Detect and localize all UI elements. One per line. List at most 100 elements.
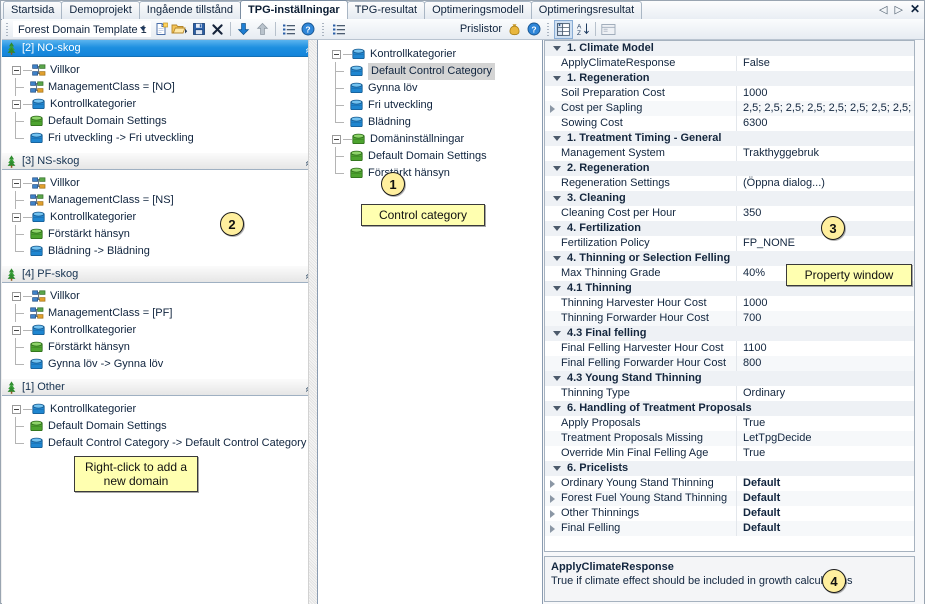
tab-ing-ende-tillst-nd[interactable]: Ingående tillstånd <box>138 1 242 19</box>
tree-node[interactable]: Default Control Category -> Default Cont… <box>2 434 317 452</box>
property-category-row[interactable]: 1. Climate Model <box>545 41 914 56</box>
delete-icon[interactable] <box>208 20 227 38</box>
property-value[interactable]: Trakthyggebruk <box>736 146 914 161</box>
property-row[interactable]: Management System Trakthyggebruk <box>545 146 914 161</box>
property-row[interactable]: Override Min Final Felling Age True <box>545 446 914 461</box>
chevron-down-icon[interactable] <box>553 256 561 261</box>
tree-node[interactable]: Villkor <box>2 288 317 305</box>
tree-node[interactable]: Default Domain Settings <box>322 147 542 165</box>
tree-node[interactable]: Kontrollkategorier <box>322 46 542 63</box>
tree-node[interactable]: ManagementClass = [NO] <box>2 78 317 96</box>
chevron-down-icon[interactable] <box>553 226 561 231</box>
property-row[interactable]: Regeneration Settings (Öppna dialog...) <box>545 176 914 191</box>
property-row[interactable]: Forest Fuel Young Stand Thinning Default <box>545 491 914 506</box>
property-value[interactable]: 800 <box>736 356 914 371</box>
chevron-down-icon[interactable] <box>553 376 561 381</box>
property-value[interactable]: 1000 <box>736 296 914 311</box>
chevron-down-icon[interactable] <box>553 466 561 471</box>
tree-node[interactable]: Kontrollkategorier <box>2 401 317 418</box>
tree-expander-icon[interactable] <box>12 100 21 109</box>
property-row[interactable]: Thinning Type Ordinary <box>545 386 914 401</box>
tree-node[interactable]: Domäninställningar <box>322 131 542 148</box>
property-category-row[interactable]: 4.3 Young Stand Thinning <box>545 371 914 386</box>
domain-header-no-skog[interactable]: [2]NO-skog« <box>2 40 317 57</box>
tree-expander-icon[interactable] <box>12 213 21 222</box>
sort-alphabetical-icon[interactable]: AZ <box>573 20 592 38</box>
property-row[interactable]: Ordinary Young Stand Thinning Default <box>545 476 914 491</box>
property-value[interactable]: Default <box>736 521 914 536</box>
open-folder-icon[interactable] <box>170 20 189 38</box>
tab-optimeringsmodell[interactable]: Optimeringsmodell <box>424 1 532 19</box>
property-value[interactable]: FP_NONE <box>736 236 914 251</box>
property-value[interactable]: False <box>736 56 914 71</box>
tree-node[interactable]: Blädning <box>322 113 542 131</box>
tree-node[interactable]: Gynna löv <box>322 79 542 97</box>
tree-expander-icon[interactable] <box>12 179 21 188</box>
tree-expander-icon[interactable] <box>12 405 21 414</box>
tree-node[interactable]: Blädning -> Blädning <box>2 242 317 260</box>
property-row[interactable]: Final Felling Default <box>545 521 914 536</box>
property-value[interactable]: (Öppna dialog...) <box>736 176 914 191</box>
chevron-down-icon[interactable] <box>140 27 146 31</box>
toolbar-grip[interactable] <box>5 22 11 36</box>
property-category-row[interactable]: 3. Cleaning <box>545 191 914 206</box>
tab-startsida[interactable]: Startsida <box>3 1 63 19</box>
template-combobox[interactable]: Forest Domain Template 1 <box>13 21 151 37</box>
chevron-right-icon[interactable] <box>545 491 559 506</box>
property-value[interactable]: LetTpgDecide <box>736 431 914 446</box>
chevron-right-icon[interactable] <box>545 521 559 536</box>
property-value[interactable]: 1000 <box>736 86 914 101</box>
domain-header-pf-skog[interactable]: [4]PF-skog« <box>2 266 317 283</box>
property-value[interactable]: 2,5; 2,5; 2,5; 2,5; 2,5; 2,5; 2,5; 2,5; … <box>736 101 914 116</box>
toolbar-grip[interactable] <box>321 22 327 36</box>
property-value[interactable]: 700 <box>736 311 914 326</box>
property-category-row[interactable]: 2. Regeneration <box>545 161 914 176</box>
tree-node[interactable]: Default Control Category <box>322 62 542 80</box>
categorized-icon[interactable] <box>554 19 573 39</box>
tab-next-icon[interactable]: ▷ <box>894 3 902 16</box>
tree-node[interactable]: Kontrollkategorier <box>2 96 317 113</box>
tree-node[interactable]: Kontrollkategorier <box>2 322 317 339</box>
tab-optimeringsresultat[interactable]: Optimeringsresultat <box>530 1 643 19</box>
domain-header-ns-skog[interactable]: [3]NS-skog« <box>2 153 317 170</box>
tree-expander-icon[interactable] <box>12 292 21 301</box>
tree-node[interactable]: Villkor <box>2 175 317 192</box>
chevron-down-icon[interactable] <box>553 406 561 411</box>
property-pages-icon[interactable] <box>599 20 618 38</box>
property-category-row[interactable]: 1. Treatment Timing - General <box>545 131 914 146</box>
property-value[interactable]: Ordinary <box>736 386 914 401</box>
property-value[interactable]: 1100 <box>736 341 914 356</box>
tab-tpg-resultat[interactable]: TPG-resultat <box>346 1 426 19</box>
tree-node[interactable]: ManagementClass = [NS] <box>2 191 317 209</box>
property-row[interactable]: Soil Preparation Cost 1000 <box>545 86 914 101</box>
domain-header-other[interactable]: [1]Other« <box>2 379 317 396</box>
save-icon[interactable] <box>189 20 208 38</box>
new-document-icon[interactable] <box>151 20 170 38</box>
property-value[interactable]: Default <box>736 491 914 506</box>
property-value[interactable]: True <box>736 416 914 431</box>
chevron-right-icon[interactable] <box>545 101 559 116</box>
property-category-row[interactable]: 1. Regeneration <box>545 71 914 86</box>
chevron-down-icon[interactable] <box>553 196 561 201</box>
property-row[interactable]: Treatment Proposals Missing LetTpgDecide <box>545 431 914 446</box>
help-icon[interactable]: ? <box>524 20 543 38</box>
tree-expander-icon[interactable] <box>332 135 341 144</box>
property-category-row[interactable]: 6. Pricelists <box>545 461 914 476</box>
property-row[interactable]: Final Felling Forwarder Hour Cost 800 <box>545 356 914 371</box>
chevron-down-icon[interactable] <box>553 136 561 141</box>
list-icon[interactable] <box>329 20 348 38</box>
property-row[interactable]: Cleaning Cost per Hour 350 <box>545 206 914 221</box>
chevron-right-icon[interactable] <box>545 476 559 491</box>
move-down-icon[interactable] <box>234 20 253 38</box>
property-row[interactable]: Apply Proposals True <box>545 416 914 431</box>
property-row[interactable]: Cost per Sapling 2,5; 2,5; 2,5; 2,5; 2,5;… <box>545 101 914 116</box>
property-row[interactable]: Sowing Cost 6300 <box>545 116 914 131</box>
tree-node[interactable]: Förstärkt hänsyn <box>2 338 317 356</box>
tree-node[interactable]: Default Domain Settings <box>2 417 317 435</box>
money-bag-icon[interactable] <box>505 20 524 38</box>
chevron-right-icon[interactable] <box>545 506 559 521</box>
property-row[interactable]: Other Thinnings Default <box>545 506 914 521</box>
chevron-down-icon[interactable] <box>553 76 561 81</box>
left-panel-scrollbar[interactable] <box>308 40 317 604</box>
tab-tpg-inst-llningar[interactable]: TPG-inställningar <box>240 0 348 19</box>
